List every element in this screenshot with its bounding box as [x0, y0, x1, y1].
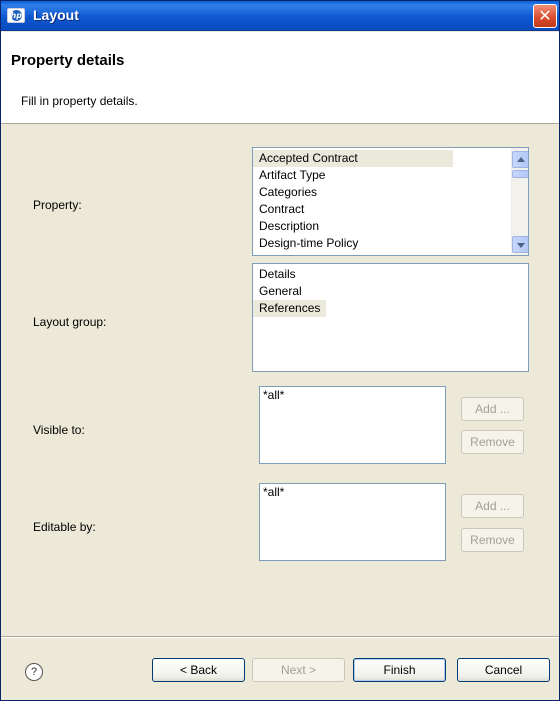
visible-to-add-button[interactable]: Add ... — [461, 397, 524, 421]
editable-by-remove-button[interactable]: Remove — [461, 528, 524, 552]
window-title: Layout — [33, 7, 79, 23]
form-area: Property: Accepted Contract Artifact Typ… — [1, 125, 559, 636]
list-item[interactable]: *all* — [260, 484, 284, 501]
close-icon[interactable]: ✕ — [533, 4, 557, 28]
property-label: Property: — [33, 198, 82, 212]
list-item[interactable]: Details — [253, 266, 326, 283]
chevron-down-icon[interactable] — [512, 236, 528, 253]
list-item[interactable]: Contract — [253, 201, 511, 218]
list-item[interactable]: Design-time Policy — [253, 235, 511, 252]
title-bar[interactable]: hp Layout ✕ — [1, 1, 559, 31]
button-bar: ? < Back Next > Finish Cancel — [1, 638, 559, 700]
visible-to-remove-button[interactable]: Remove — [461, 430, 524, 454]
editable-by-add-button[interactable]: Add ... — [461, 494, 524, 518]
property-scrollbar[interactable] — [511, 148, 528, 255]
layout-group-label: Layout group: — [33, 315, 107, 329]
editable-by-label: Editable by: — [33, 520, 96, 534]
list-item[interactable]: Description — [253, 218, 511, 235]
list-item[interactable]: References — [253, 300, 327, 317]
visible-to-label: Visible to: — [33, 423, 85, 437]
property-list[interactable]: Accepted Contract Artifact Type Categori… — [252, 147, 529, 256]
scroll-thumb[interactable] — [512, 170, 528, 178]
back-button[interactable]: < Back — [152, 658, 245, 682]
list-item[interactable]: Categories — [253, 184, 511, 201]
page-description: Fill in property details. — [21, 94, 138, 108]
editable-by-list[interactable]: *all* — [259, 483, 446, 561]
finish-button[interactable]: Finish — [353, 658, 446, 682]
cancel-button[interactable]: Cancel — [457, 658, 550, 682]
app-logo-icon: hp — [7, 8, 25, 23]
list-item[interactable]: General — [253, 283, 326, 300]
next-button[interactable]: Next > — [252, 658, 345, 682]
layout-dialog: hp Layout ✕ Property details Fill in pro… — [0, 0, 560, 701]
help-icon[interactable]: ? — [25, 663, 43, 681]
list-item[interactable]: Artifact Type — [253, 167, 511, 184]
chevron-up-icon[interactable] — [512, 151, 528, 168]
header-banner: Property details Fill in property detail… — [1, 32, 559, 124]
page-title: Property details — [11, 52, 125, 69]
layout-group-list[interactable]: Details General References — [252, 263, 529, 372]
list-item[interactable]: *all* — [260, 387, 284, 404]
list-item[interactable]: Accepted Contract — [253, 150, 453, 167]
visible-to-list[interactable]: *all* — [259, 386, 446, 464]
